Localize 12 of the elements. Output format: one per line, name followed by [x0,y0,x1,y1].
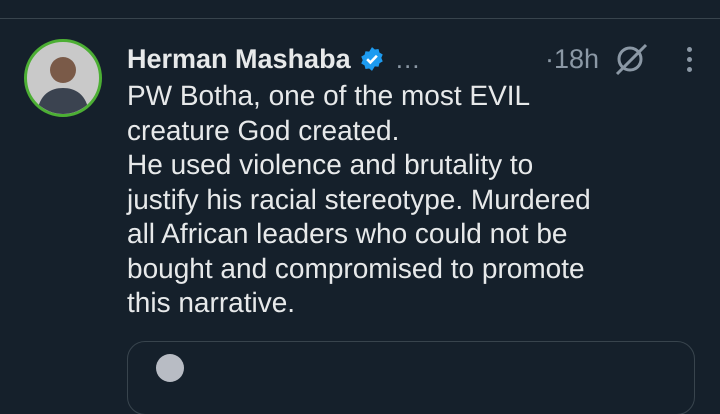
post-text-line: bought and compromised to promote [127,252,586,286]
post-text-line: creature God created. [127,114,400,148]
quoted-avatar [156,354,184,382]
more-options-button[interactable] [687,46,692,72]
author-handle[interactable]: … [394,44,421,74]
post-time[interactable]: ·18h [544,44,599,74]
post-text-line: PW Botha, one of the most EVIL [127,79,532,113]
post-text-line: He used violence and brutality to [127,148,534,182]
post-text-line: this narrative. [127,286,296,320]
post-text-line: all African leaders who could not be [127,217,568,251]
author-name[interactable]: Herman Mashaba [127,44,351,74]
post-text-line: justify his racial stereotype. Murdered [127,182,592,217]
